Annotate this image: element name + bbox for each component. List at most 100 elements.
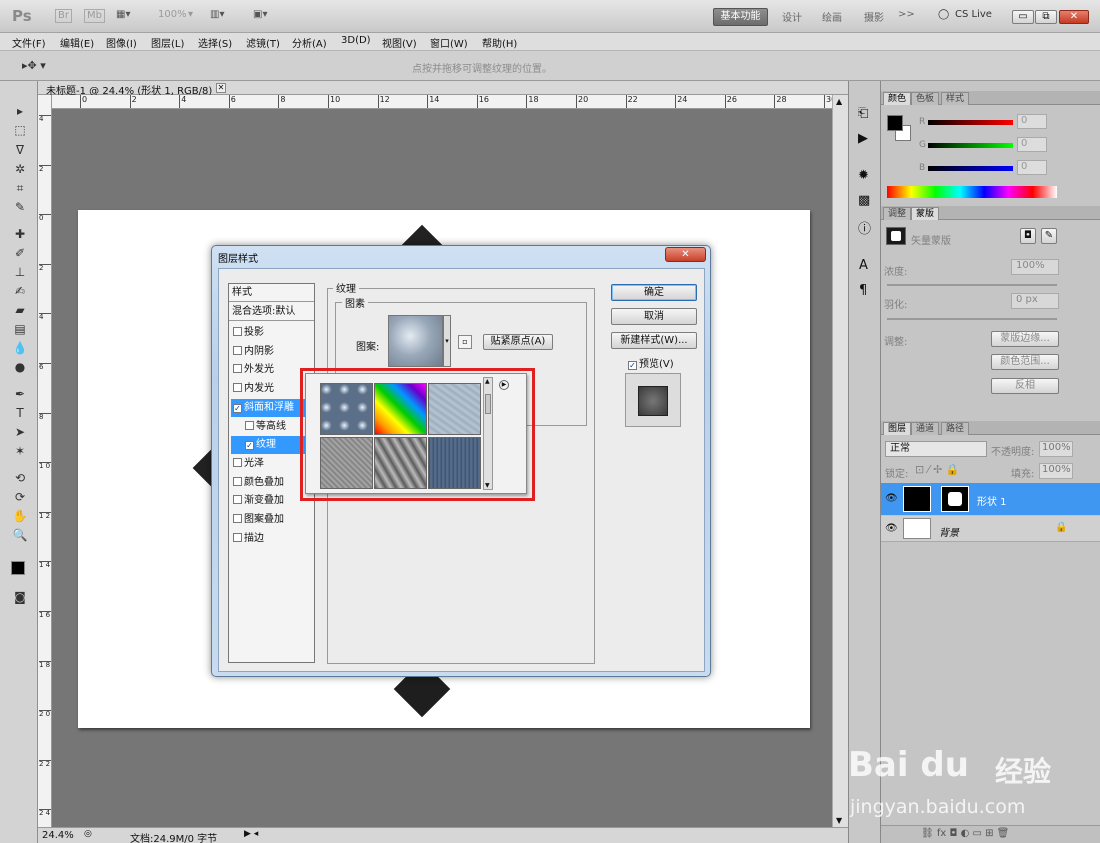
menu-view[interactable]: 视图(V) bbox=[382, 35, 417, 50]
workspace-design[interactable]: 设计 bbox=[782, 9, 802, 24]
checkbox-icon[interactable] bbox=[233, 457, 242, 467]
eraser-tool-icon[interactable]: ▰ bbox=[11, 302, 29, 318]
r-value[interactable]: 0 bbox=[1017, 114, 1047, 129]
vector-mask-add-icon[interactable]: ✎ bbox=[1041, 228, 1057, 244]
checkbox-icon[interactable] bbox=[233, 495, 242, 505]
checkbox-icon[interactable] bbox=[233, 345, 242, 355]
style-item[interactable]: 颜色叠加 bbox=[231, 474, 307, 492]
workspace-painting[interactable]: 绘画 bbox=[822, 9, 842, 24]
marquee-tool-icon[interactable]: ⬚ bbox=[11, 122, 29, 138]
style-item[interactable]: ✓ 纹理 bbox=[231, 436, 307, 455]
style-item[interactable]: 外发光 bbox=[231, 361, 307, 379]
menu-select[interactable]: 选择(S) bbox=[198, 35, 232, 50]
style-item[interactable]: 描边 bbox=[231, 530, 307, 548]
feather-slider[interactable] bbox=[887, 318, 1057, 320]
cslive-icon[interactable]: ◯ bbox=[938, 9, 949, 23]
preview-checkbox[interactable]: ✓ 预览(V) bbox=[628, 355, 674, 370]
crop-tool-icon[interactable]: ⌗ bbox=[11, 180, 29, 196]
status-zoom[interactable]: 24.4% bbox=[42, 830, 74, 841]
style-item[interactable]: 内阴影 bbox=[231, 343, 307, 361]
navigator-icon[interactable]: ▩ bbox=[858, 193, 870, 208]
layer-row-background[interactable]: 👁 背景 🔒 bbox=[881, 516, 1100, 542]
3d-rotate-icon[interactable]: ⟲ bbox=[11, 470, 29, 486]
move-tool-preset-icon[interactable]: ▸✥ ▾ bbox=[22, 59, 46, 72]
layer-footer-icons[interactable]: ⛓ fx ◘ ◐ ▭ ⊞ 🗑 bbox=[921, 828, 1009, 839]
brush-tool-icon[interactable]: ✐ bbox=[11, 245, 29, 261]
r-slider[interactable] bbox=[928, 120, 1013, 125]
opacity-value[interactable]: 100% bbox=[1039, 441, 1073, 457]
dialog-close-button[interactable]: ✕ bbox=[665, 247, 706, 262]
menu-edit[interactable]: 编辑(E) bbox=[60, 35, 94, 50]
style-item[interactable]: 投影 bbox=[231, 324, 307, 342]
b-slider[interactable] bbox=[928, 166, 1013, 171]
checked-box-icon[interactable]: ✓ bbox=[245, 441, 254, 451]
tab-channels[interactable]: 通道 bbox=[911, 422, 940, 435]
checkbox-icon[interactable] bbox=[233, 514, 242, 523]
layer-name[interactable]: 背景 bbox=[939, 524, 959, 539]
zoom-level[interactable]: 100% bbox=[158, 9, 187, 23]
vertical-scrollbar[interactable]: ▲ ▼ bbox=[832, 95, 848, 827]
maximize-button[interactable]: ⧉ bbox=[1035, 10, 1057, 24]
actions-icon[interactable]: ▶ bbox=[858, 131, 868, 146]
visibility-eye-icon[interactable]: 👁 bbox=[885, 523, 898, 534]
bridge-icon[interactable]: Br bbox=[55, 9, 72, 23]
blend-options-item[interactable]: 混合选项:默认 bbox=[229, 303, 314, 321]
workspace-photography[interactable]: 摄影 bbox=[864, 9, 884, 24]
gradient-tool-icon[interactable]: ▤ bbox=[11, 321, 29, 337]
close-doc-icon[interactable]: ✕ bbox=[216, 83, 226, 93]
scroll-down-icon[interactable]: ▼ bbox=[836, 816, 842, 825]
type-tool-icon[interactable]: T bbox=[11, 405, 29, 421]
info-icon[interactable]: ⓘ bbox=[858, 218, 871, 237]
menu-image[interactable]: 图像(I) bbox=[106, 35, 137, 50]
tab-adjustments[interactable]: 调整 bbox=[883, 207, 912, 220]
fg-color-swatch[interactable] bbox=[887, 115, 903, 131]
zoom-dropdown-icon[interactable]: ▾ bbox=[188, 9, 193, 23]
snap-to-origin-button[interactable]: 贴紧原点(A) bbox=[483, 334, 553, 350]
cslive-label[interactable]: CS Live bbox=[955, 9, 992, 23]
3d-orbit-icon[interactable]: ⟳ bbox=[11, 489, 29, 505]
styles-header[interactable]: 样式 bbox=[229, 284, 314, 302]
menu-help[interactable]: 帮助(H) bbox=[482, 35, 517, 50]
feather-value[interactable]: 0 px bbox=[1011, 293, 1059, 309]
minibridge-icon[interactable]: Mb bbox=[84, 9, 105, 23]
cancel-button[interactable]: 取消 bbox=[611, 308, 697, 325]
menu-3d[interactable]: 3D(D) bbox=[341, 35, 371, 46]
invert-button[interactable]: 反相 bbox=[991, 378, 1059, 394]
path-select-icon[interactable]: ➤ bbox=[11, 424, 29, 440]
preview-check-icon[interactable]: ✓ bbox=[628, 361, 637, 370]
workspace-more[interactable]: >> bbox=[898, 9, 915, 23]
style-item[interactable]: ✓ 斜面和浮雕 bbox=[231, 398, 307, 417]
character-icon[interactable]: A bbox=[859, 258, 868, 273]
g-value[interactable]: 0 bbox=[1017, 137, 1047, 152]
new-style-button[interactable]: 新建样式(W)... bbox=[611, 332, 697, 349]
history-icon[interactable]: ⎗ bbox=[858, 106, 868, 121]
status-menu-arrow-icon[interactable]: ▶ ◂ bbox=[244, 829, 258, 839]
lasso-tool-icon[interactable]: ᐁ bbox=[11, 142, 29, 158]
move-tool-icon[interactable]: ▸ bbox=[11, 103, 29, 119]
pen-tool-icon[interactable]: ✒ bbox=[11, 386, 29, 402]
menu-filter[interactable]: 滤镜(T) bbox=[246, 35, 280, 50]
dodge-tool-icon[interactable]: ● bbox=[11, 359, 29, 375]
menu-layer[interactable]: 图层(L) bbox=[151, 35, 184, 50]
visibility-eye-icon[interactable]: 👁 bbox=[885, 493, 898, 504]
color-spectrum[interactable] bbox=[887, 186, 1057, 198]
pattern-preview[interactable] bbox=[388, 315, 443, 367]
checkbox-icon[interactable] bbox=[233, 364, 242, 374]
3d-panel-icon[interactable]: ✹ bbox=[858, 168, 869, 183]
scroll-up-icon[interactable]: ▲ bbox=[836, 97, 842, 106]
style-item[interactable]: 等高线 bbox=[231, 418, 307, 436]
fill-value[interactable]: 100% bbox=[1039, 463, 1073, 479]
quick-select-tool-icon[interactable]: ✲ bbox=[11, 161, 29, 177]
checkbox-icon[interactable] bbox=[233, 327, 242, 336]
minimize-button[interactable]: ▭ bbox=[1012, 10, 1034, 24]
ok-button[interactable]: 确定 bbox=[611, 284, 697, 301]
pattern-dropdown-icon[interactable]: ▾ bbox=[443, 315, 451, 367]
checked-box-icon[interactable]: ✓ bbox=[233, 403, 242, 413]
layer-row-shape[interactable]: 👁 形状 1 bbox=[881, 483, 1100, 515]
screen-mode-icon[interactable]: ▣▾ bbox=[253, 9, 267, 23]
history-brush-icon[interactable]: ✍ bbox=[11, 283, 29, 299]
style-item[interactable]: 内发光 bbox=[231, 380, 307, 398]
tab-swatches[interactable]: 色板 bbox=[911, 92, 940, 105]
hand-tool-icon[interactable]: ✋ bbox=[11, 508, 29, 524]
tab-masks[interactable]: 蒙版 bbox=[911, 207, 940, 220]
